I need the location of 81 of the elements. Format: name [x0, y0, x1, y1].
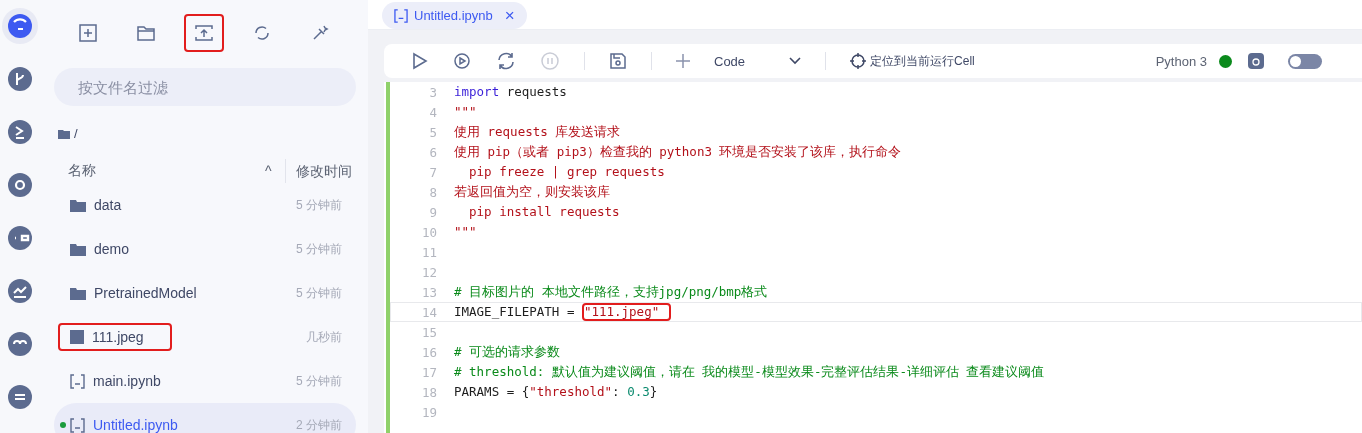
- file-name: demo: [94, 241, 130, 257]
- code-line: 使用 pip（或者 pip3）检查我的 python3 环境是否安装了该库，执行命令: [454, 144, 902, 160]
- tab-title: Untitled.ipynb: [414, 8, 493, 23]
- code-line: import requests: [454, 84, 567, 100]
- modified-time: 5 分钟前: [296, 372, 342, 390]
- refresh-icon[interactable]: [496, 51, 516, 71]
- name-column-header[interactable]: 名称: [68, 162, 265, 180]
- modified-time: 5 分钟前: [296, 240, 342, 258]
- file-name: data: [94, 197, 122, 213]
- file-row[interactable]: demo 5 分钟前: [54, 227, 356, 271]
- line-number: 14: [420, 304, 438, 320]
- code-line: # 可选的请求参数: [454, 344, 561, 360]
- modified-time: 5 分钟前: [296, 196, 342, 214]
- code-line: 使用 requests 库发送请求: [454, 124, 621, 140]
- line-number: 5: [428, 124, 438, 140]
- modified-column-header[interactable]: 修改时间: [285, 159, 352, 183]
- robot-icon[interactable]: [1248, 53, 1264, 69]
- code-line: PARAMS = {"threshold": 0.3}: [454, 384, 658, 400]
- notebook-icon: [70, 373, 85, 389]
- line-number: 3: [428, 84, 438, 100]
- upload-icon-button[interactable]: [184, 14, 224, 52]
- current-path: /: [74, 126, 78, 141]
- line-number: 19: [420, 404, 438, 420]
- kernel-name: Python 3: [1155, 53, 1207, 69]
- modified-time: 几秒前: [306, 328, 342, 346]
- line-number: 16: [420, 344, 438, 360]
- file-row[interactable]: PretrainedModel 5 分钟前: [54, 271, 356, 315]
- line-number: 10: [420, 224, 438, 240]
- line-number: 4: [428, 104, 438, 120]
- file-row[interactable]: 111.jpeg 几秒前: [54, 315, 356, 359]
- folder-icon: [70, 286, 86, 300]
- restart-run-icon[interactable]: [452, 51, 472, 71]
- notebook-icon: [394, 8, 408, 23]
- file-row[interactable]: Untitled.ipynb 2 分钟前: [54, 403, 356, 433]
- code-line: IMAGE_FILEPATH = "111.jpeg": [454, 303, 672, 321]
- line-number: 17: [420, 364, 438, 380]
- locate-cell-button[interactable]: 定位到当前运行Cell: [850, 52, 975, 70]
- folder-icon: [58, 128, 70, 139]
- modified-time: 2 分钟前: [296, 416, 342, 433]
- image-file-icon: [70, 330, 84, 344]
- line-number: 6: [428, 144, 438, 160]
- line-number: 15: [420, 324, 438, 340]
- line-number: 13: [420, 284, 438, 300]
- play-icon[interactable]: [410, 52, 428, 70]
- file-name: main.ipynb: [93, 373, 161, 389]
- toggle-switch[interactable]: [1288, 53, 1322, 69]
- refresh-icon: [252, 23, 272, 43]
- filter-field[interactable]: 按文件名过滤: [54, 68, 356, 106]
- code-line: pip freeze | grep requests: [468, 164, 665, 180]
- line-number: 12: [420, 264, 438, 280]
- code-line: pip install requests: [468, 204, 620, 220]
- line-number: 11: [420, 244, 438, 260]
- code-line: """: [454, 224, 477, 240]
- code-line: 若返回值为空，则安装该库: [454, 184, 610, 200]
- code-line: """: [454, 104, 477, 120]
- code-line: # 目标图片的 本地文件路径，支持jpg/png/bmp格式: [454, 284, 768, 300]
- code-line: # threshold: 默认值为建议阈值，请在 我的模型-模型效果-完整评估结果-详细评估 查看建议阈值: [454, 364, 1045, 380]
- line-number: 9: [428, 204, 438, 220]
- logo-icon[interactable]: [2, 8, 38, 44]
- file-name: 111.jpeg: [92, 329, 144, 345]
- upload-icon: [194, 23, 214, 43]
- chevron-down-icon: [789, 57, 802, 65]
- line-number: 18: [420, 384, 438, 400]
- notebook-icon: [70, 417, 85, 433]
- sort-caret-icon[interactable]: ^: [265, 163, 285, 179]
- modified-time: 5 分钟前: [296, 284, 342, 302]
- file-row[interactable]: data 5 分钟前: [54, 183, 356, 227]
- cell-type-dropdown[interactable]: Code: [714, 53, 802, 69]
- save-icon[interactable]: [609, 52, 627, 70]
- notebook-tab[interactable]: Untitled.ipynb ×: [382, 2, 527, 29]
- plus-file-icon: [78, 23, 98, 43]
- folder-icon: [136, 23, 156, 43]
- folder-icon: [70, 242, 86, 256]
- file-name: Untitled.ipynb: [93, 417, 178, 433]
- folder-icon: [70, 198, 86, 212]
- file-row[interactable]: main.ipynb 5 分钟前: [54, 359, 356, 403]
- close-button[interactable]: ×: [498, 7, 515, 24]
- file-name: PretrainedModel: [94, 285, 197, 301]
- crosshair-icon: [850, 53, 867, 69]
- line-number: 8: [428, 184, 438, 200]
- line-number: 7: [428, 164, 438, 180]
